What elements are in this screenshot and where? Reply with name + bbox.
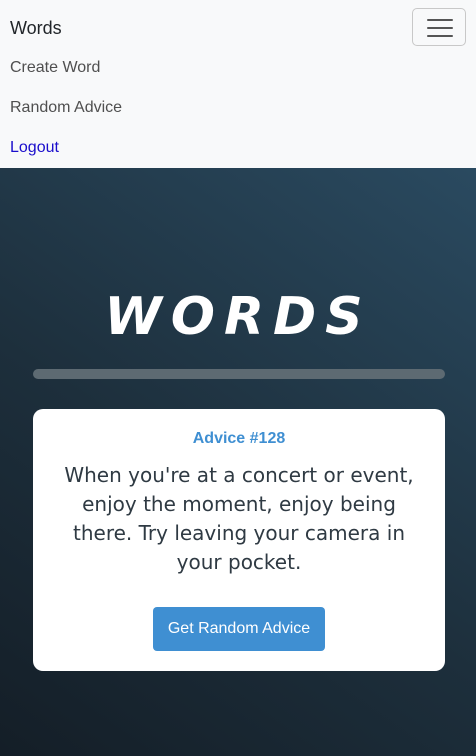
navbar: Words Create Word Random Advice Logout [0,0,476,168]
brand-link[interactable]: Words [10,16,62,40]
advice-id-label: Advice #128 [192,430,286,447]
advice-card: Advice #128 When you're at a concert or … [33,409,445,671]
hero-title: WORDS [104,287,372,347]
get-random-advice-button[interactable]: Get Random Advice [153,607,325,651]
nav-link-random-advice[interactable]: Random Advice [10,98,122,118]
nav-link-logout[interactable]: Logout [10,138,59,158]
advice-text: When you're at a concert or event, enjoy… [64,463,414,574]
nav-link-create-word[interactable]: Create Word [10,58,100,78]
hero-section: WORDS Advice #128 When you're at a conce… [0,168,476,756]
navbar-toggler-button[interactable] [412,8,466,46]
hamburger-menu-icon [427,19,453,37]
hero-divider [33,369,445,379]
